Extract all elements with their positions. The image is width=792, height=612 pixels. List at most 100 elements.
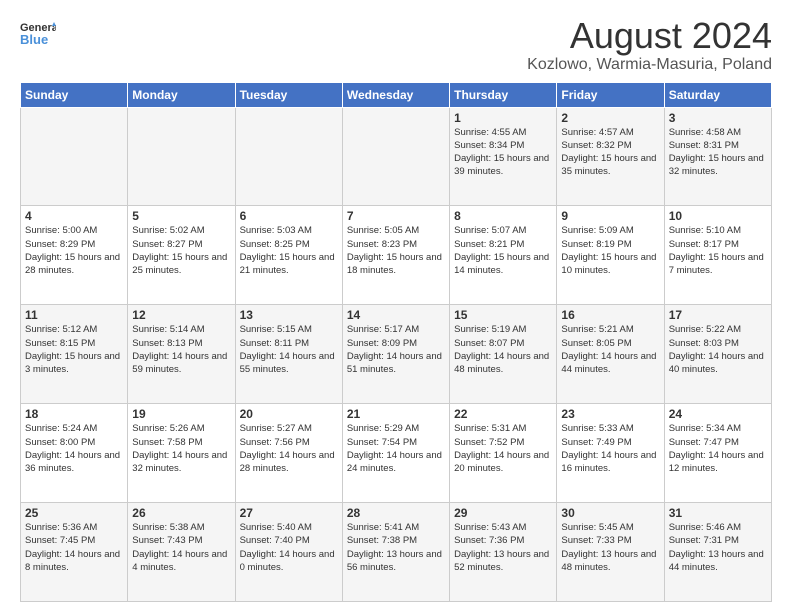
day-number: 2	[561, 111, 659, 125]
day-number: 28	[347, 506, 445, 520]
day-cell: 3 Sunrise: 4:58 AM Sunset: 8:31 PM Dayli…	[664, 107, 771, 206]
week-row-5: 25 Sunrise: 5:36 AM Sunset: 7:45 PM Dayl…	[21, 503, 772, 602]
day-number: 1	[454, 111, 552, 125]
day-number: 20	[240, 407, 338, 421]
day-cell: 25 Sunrise: 5:36 AM Sunset: 7:45 PM Dayl…	[21, 503, 128, 602]
day-cell: 15 Sunrise: 5:19 AM Sunset: 8:07 PM Dayl…	[450, 305, 557, 404]
header: General Blue August 2024 Kozlowo, Warmia…	[20, 16, 772, 74]
day-info: Sunrise: 5:17 AM Sunset: 8:09 PM Dayligh…	[347, 323, 445, 376]
day-cell	[128, 107, 235, 206]
day-cell: 13 Sunrise: 5:15 AM Sunset: 8:11 PM Dayl…	[235, 305, 342, 404]
day-info: Sunrise: 5:40 AM Sunset: 7:40 PM Dayligh…	[240, 521, 338, 574]
day-cell: 16 Sunrise: 5:21 AM Sunset: 8:05 PM Dayl…	[557, 305, 664, 404]
day-cell: 12 Sunrise: 5:14 AM Sunset: 8:13 PM Dayl…	[128, 305, 235, 404]
day-info: Sunrise: 5:34 AM Sunset: 7:47 PM Dayligh…	[669, 422, 767, 475]
day-number: 12	[132, 308, 230, 322]
day-number: 4	[25, 209, 123, 223]
day-cell: 11 Sunrise: 5:12 AM Sunset: 8:15 PM Dayl…	[21, 305, 128, 404]
day-cell: 31 Sunrise: 5:46 AM Sunset: 7:31 PM Dayl…	[664, 503, 771, 602]
day-number: 31	[669, 506, 767, 520]
calendar-table: SundayMondayTuesdayWednesdayThursdayFrid…	[20, 82, 772, 602]
day-number: 7	[347, 209, 445, 223]
day-number: 6	[240, 209, 338, 223]
week-row-2: 4 Sunrise: 5:00 AM Sunset: 8:29 PM Dayli…	[21, 206, 772, 305]
day-cell: 17 Sunrise: 5:22 AM Sunset: 8:03 PM Dayl…	[664, 305, 771, 404]
day-cell	[21, 107, 128, 206]
day-number: 16	[561, 308, 659, 322]
day-cell	[342, 107, 449, 206]
day-info: Sunrise: 5:21 AM Sunset: 8:05 PM Dayligh…	[561, 323, 659, 376]
day-number: 13	[240, 308, 338, 322]
day-number: 8	[454, 209, 552, 223]
day-cell: 8 Sunrise: 5:07 AM Sunset: 8:21 PM Dayli…	[450, 206, 557, 305]
day-cell: 24 Sunrise: 5:34 AM Sunset: 7:47 PM Dayl…	[664, 404, 771, 503]
day-info: Sunrise: 5:31 AM Sunset: 7:52 PM Dayligh…	[454, 422, 552, 475]
day-number: 18	[25, 407, 123, 421]
day-info: Sunrise: 5:24 AM Sunset: 8:00 PM Dayligh…	[25, 422, 123, 475]
day-info: Sunrise: 5:14 AM Sunset: 8:13 PM Dayligh…	[132, 323, 230, 376]
day-number: 29	[454, 506, 552, 520]
day-info: Sunrise: 5:10 AM Sunset: 8:17 PM Dayligh…	[669, 224, 767, 277]
day-info: Sunrise: 5:07 AM Sunset: 8:21 PM Dayligh…	[454, 224, 552, 277]
day-cell: 29 Sunrise: 5:43 AM Sunset: 7:36 PM Dayl…	[450, 503, 557, 602]
day-number: 3	[669, 111, 767, 125]
day-number: 25	[25, 506, 123, 520]
day-number: 23	[561, 407, 659, 421]
day-cell: 9 Sunrise: 5:09 AM Sunset: 8:19 PM Dayli…	[557, 206, 664, 305]
day-cell: 27 Sunrise: 5:40 AM Sunset: 7:40 PM Dayl…	[235, 503, 342, 602]
day-cell: 19 Sunrise: 5:26 AM Sunset: 7:58 PM Dayl…	[128, 404, 235, 503]
day-cell: 7 Sunrise: 5:05 AM Sunset: 8:23 PM Dayli…	[342, 206, 449, 305]
location-title: Kozlowo, Warmia-Masuria, Poland	[527, 56, 772, 74]
day-number: 26	[132, 506, 230, 520]
day-number: 21	[347, 407, 445, 421]
day-cell: 10 Sunrise: 5:10 AM Sunset: 8:17 PM Dayl…	[664, 206, 771, 305]
day-cell: 23 Sunrise: 5:33 AM Sunset: 7:49 PM Dayl…	[557, 404, 664, 503]
day-cell: 21 Sunrise: 5:29 AM Sunset: 7:54 PM Dayl…	[342, 404, 449, 503]
day-info: Sunrise: 5:02 AM Sunset: 8:27 PM Dayligh…	[132, 224, 230, 277]
day-info: Sunrise: 5:27 AM Sunset: 7:56 PM Dayligh…	[240, 422, 338, 475]
month-title: August 2024	[527, 16, 772, 56]
day-cell: 2 Sunrise: 4:57 AM Sunset: 8:32 PM Dayli…	[557, 107, 664, 206]
day-info: Sunrise: 5:12 AM Sunset: 8:15 PM Dayligh…	[25, 323, 123, 376]
day-number: 14	[347, 308, 445, 322]
day-cell: 5 Sunrise: 5:02 AM Sunset: 8:27 PM Dayli…	[128, 206, 235, 305]
day-number: 11	[25, 308, 123, 322]
title-area: August 2024 Kozlowo, Warmia-Masuria, Pol…	[527, 16, 772, 74]
day-cell: 20 Sunrise: 5:27 AM Sunset: 7:56 PM Dayl…	[235, 404, 342, 503]
day-info: Sunrise: 5:00 AM Sunset: 8:29 PM Dayligh…	[25, 224, 123, 277]
week-row-1: 1 Sunrise: 4:55 AM Sunset: 8:34 PM Dayli…	[21, 107, 772, 206]
day-number: 19	[132, 407, 230, 421]
day-info: Sunrise: 5:26 AM Sunset: 7:58 PM Dayligh…	[132, 422, 230, 475]
day-info: Sunrise: 5:19 AM Sunset: 8:07 PM Dayligh…	[454, 323, 552, 376]
day-cell: 1 Sunrise: 4:55 AM Sunset: 8:34 PM Dayli…	[450, 107, 557, 206]
day-number: 22	[454, 407, 552, 421]
col-header-tuesday: Tuesday	[235, 82, 342, 107]
day-info: Sunrise: 5:45 AM Sunset: 7:33 PM Dayligh…	[561, 521, 659, 574]
day-info: Sunrise: 5:09 AM Sunset: 8:19 PM Dayligh…	[561, 224, 659, 277]
day-cell: 4 Sunrise: 5:00 AM Sunset: 8:29 PM Dayli…	[21, 206, 128, 305]
day-info: Sunrise: 5:03 AM Sunset: 8:25 PM Dayligh…	[240, 224, 338, 277]
col-header-friday: Friday	[557, 82, 664, 107]
day-cell: 6 Sunrise: 5:03 AM Sunset: 8:25 PM Dayli…	[235, 206, 342, 305]
week-row-3: 11 Sunrise: 5:12 AM Sunset: 8:15 PM Dayl…	[21, 305, 772, 404]
day-number: 9	[561, 209, 659, 223]
day-info: Sunrise: 5:43 AM Sunset: 7:36 PM Dayligh…	[454, 521, 552, 574]
day-info: Sunrise: 4:55 AM Sunset: 8:34 PM Dayligh…	[454, 126, 552, 179]
day-number: 15	[454, 308, 552, 322]
day-cell: 18 Sunrise: 5:24 AM Sunset: 8:00 PM Dayl…	[21, 404, 128, 503]
day-info: Sunrise: 4:58 AM Sunset: 8:31 PM Dayligh…	[669, 126, 767, 179]
header-row: SundayMondayTuesdayWednesdayThursdayFrid…	[21, 82, 772, 107]
day-cell: 26 Sunrise: 5:38 AM Sunset: 7:43 PM Dayl…	[128, 503, 235, 602]
day-cell: 14 Sunrise: 5:17 AM Sunset: 8:09 PM Dayl…	[342, 305, 449, 404]
day-number: 30	[561, 506, 659, 520]
day-info: Sunrise: 5:38 AM Sunset: 7:43 PM Dayligh…	[132, 521, 230, 574]
day-number: 5	[132, 209, 230, 223]
day-info: Sunrise: 5:15 AM Sunset: 8:11 PM Dayligh…	[240, 323, 338, 376]
day-number: 17	[669, 308, 767, 322]
day-info: Sunrise: 4:57 AM Sunset: 8:32 PM Dayligh…	[561, 126, 659, 179]
day-cell: 22 Sunrise: 5:31 AM Sunset: 7:52 PM Dayl…	[450, 404, 557, 503]
day-info: Sunrise: 5:05 AM Sunset: 8:23 PM Dayligh…	[347, 224, 445, 277]
week-row-4: 18 Sunrise: 5:24 AM Sunset: 8:00 PM Dayl…	[21, 404, 772, 503]
day-cell	[235, 107, 342, 206]
logo: General Blue	[20, 16, 56, 52]
